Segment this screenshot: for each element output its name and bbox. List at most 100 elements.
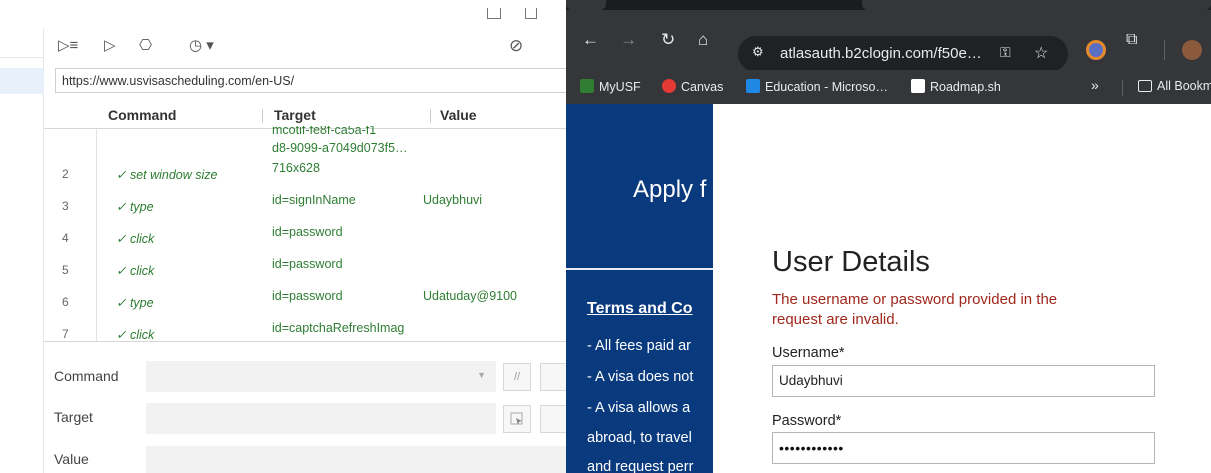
row-number: 2	[62, 167, 69, 181]
address-bar[interactable]: ⚙ atlasauth.b2clogin.com/f50e… ⚿ ☆	[738, 36, 1068, 72]
apply-heading: Apply f	[633, 176, 707, 203]
terms-heading[interactable]: Terms and Co	[587, 300, 693, 318]
table-row[interactable]: 6 ✓ type id=password Udatuday@9100	[44, 286, 566, 318]
terms-line: abroad, to travel	[587, 430, 692, 446]
extensions-puzzle-icon[interactable]: ⧉	[1126, 30, 1137, 50]
command-label: Command	[54, 368, 119, 384]
open-reference-icon[interactable]	[540, 363, 566, 391]
command-cell: ✓ click	[116, 232, 155, 246]
base-url-input[interactable]: https://www.usvisascheduling.com/en-US/	[55, 68, 566, 93]
run-all-tests-icon[interactable]: ▷≡	[58, 36, 78, 56]
extension-icon[interactable]	[1086, 40, 1106, 60]
username-field[interactable]: Udaybhuvi	[772, 365, 1155, 397]
table-row[interactable]: 5 ✓ click id=password	[44, 254, 566, 286]
selected-test-item[interactable]	[0, 68, 44, 94]
restore-icon[interactable]	[487, 8, 501, 19]
target-cell: id=password	[272, 289, 343, 303]
back-icon[interactable]: ←	[582, 30, 599, 50]
command-cell: ✓ click	[116, 264, 155, 278]
username-label: Username*	[772, 345, 845, 361]
password-field[interactable]: ••••••••••••	[772, 432, 1155, 464]
target-input[interactable]	[146, 403, 496, 434]
ide-toolbar: ▷≡ ▷ ⎔ ◷ ▾ ⊘	[44, 28, 566, 64]
browser-toolbar: ← → ↻ ⌂ ⚙ atlasauth.b2clogin.com/f50e… ⚿…	[566, 10, 1211, 72]
table-row[interactable]: mcotif-fe8f-ca5a-f1 d8-9099-a7049d073f5…	[44, 126, 566, 158]
all-bookmarks[interactable]: All Bookm	[1138, 79, 1211, 93]
value-cell: Udaybhuvi	[423, 193, 483, 207]
command-cell: ✓ type	[116, 200, 154, 214]
bookmark-label: Canvas	[681, 80, 724, 94]
header-command: Command	[108, 107, 177, 123]
command-select[interactable]: ▼	[146, 361, 496, 392]
target-cell: 716x628	[272, 161, 320, 175]
target-cell: d8-9099-a7049d073f5…	[272, 141, 408, 155]
target-cell: id=captchaRefreshImag	[272, 321, 405, 335]
value-cell: Udatuday@9100	[423, 289, 518, 303]
bookmark-canvas[interactable]: Canvas	[662, 79, 723, 94]
disable-breakpoints-icon[interactable]: ⊘	[509, 36, 523, 56]
profile-avatar[interactable]	[1182, 40, 1202, 60]
row-number: 6	[62, 295, 69, 309]
form-title: User Details	[772, 246, 930, 278]
command-cell: ✓ type	[116, 296, 154, 310]
terms-line: - A visa does not	[587, 369, 694, 385]
login-form: User Details The username or password pr…	[772, 104, 1211, 473]
terms-line: and request perr	[587, 459, 694, 473]
minimize-icon[interactable]	[525, 8, 537, 19]
speed-icon[interactable]: ◷ ▾	[189, 36, 214, 56]
toolbar-divider	[1164, 40, 1165, 60]
selenium-ide-window: ▷≡ ▷ ⎔ ◷ ▾ ⊘ https://www.usvisaschedulin…	[0, 0, 566, 473]
header-divider	[262, 109, 263, 123]
forward-icon[interactable]: →	[620, 30, 637, 50]
password-label: Password*	[772, 413, 842, 429]
editor-divider	[44, 341, 566, 342]
tab[interactable]	[566, 0, 606, 10]
step-over-icon[interactable]: ⎔	[139, 36, 152, 56]
row-number: 5	[62, 263, 69, 277]
bookmark-star-icon[interactable]: ☆	[1034, 43, 1048, 63]
header-divider	[430, 109, 431, 123]
select-target-icon[interactable]	[503, 405, 531, 433]
find-target-icon[interactable]	[540, 405, 566, 433]
table-row[interactable]: 2 ✓ set window size 716x628	[44, 158, 566, 190]
bookmark-education[interactable]: Education - Microso…	[746, 79, 888, 94]
address-text[interactable]: atlasauth.b2clogin.com/f50e…	[780, 45, 982, 62]
web-page: Apply f Terms and Co - All fees paid ar …	[566, 104, 1211, 473]
bookmarks-bar: MyUSF Canvas Education - Microso… Roadma…	[566, 70, 1211, 104]
bookmark-label: All Bookm	[1157, 79, 1211, 93]
value-input[interactable]	[146, 446, 566, 473]
header-value: Value	[440, 107, 477, 123]
ide-title-strip	[0, 0, 566, 28]
tab-strip	[566, 0, 1211, 10]
header-target: Target	[274, 107, 316, 123]
reload-icon[interactable]: ↻	[661, 30, 675, 50]
test-list-panel	[0, 28, 44, 473]
bookmark-roadmap[interactable]: Roadmap.sh	[911, 79, 1001, 94]
command-cell: ✓ set window size	[116, 168, 218, 182]
table-row[interactable]: 4 ✓ click id=password	[44, 222, 566, 254]
chevron-down-icon: ▼	[477, 370, 486, 380]
bookmarks-overflow-icon[interactable]: »	[1091, 77, 1099, 93]
run-test-icon[interactable]: ▷	[104, 36, 116, 56]
panel-divider	[566, 268, 713, 270]
row-number: 7	[62, 327, 69, 341]
active-tab[interactable]	[862, 0, 1211, 10]
myusf-icon	[580, 79, 594, 93]
home-icon[interactable]: ⌂	[698, 30, 708, 50]
bookmark-myusf[interactable]: MyUSF	[580, 79, 641, 94]
comment-button[interactable]: //	[503, 363, 531, 391]
folder-icon	[1138, 80, 1152, 92]
panel-divider	[0, 57, 44, 58]
bookmark-label: Roadmap.sh	[930, 80, 1001, 94]
password-key-icon[interactable]: ⚿	[1000, 44, 1011, 61]
table-row[interactable]: 7 ✓ click id=captchaRefreshImag	[44, 318, 566, 350]
bookmark-label: Education - Microso…	[765, 80, 888, 94]
target-cell: id=signInName	[272, 193, 356, 207]
terms-line: - All fees paid ar	[587, 338, 691, 354]
site-info-icon[interactable]: ⚙	[752, 44, 764, 60]
target-label: Target	[54, 409, 93, 425]
canvas-icon	[662, 79, 676, 93]
table-row[interactable]: 3 ✓ type id=signInName Udaybhuvi	[44, 190, 566, 222]
target-cell-clipped: mcotif-fe8f-ca5a-f1	[272, 126, 377, 136]
row-number: 3	[62, 199, 69, 213]
